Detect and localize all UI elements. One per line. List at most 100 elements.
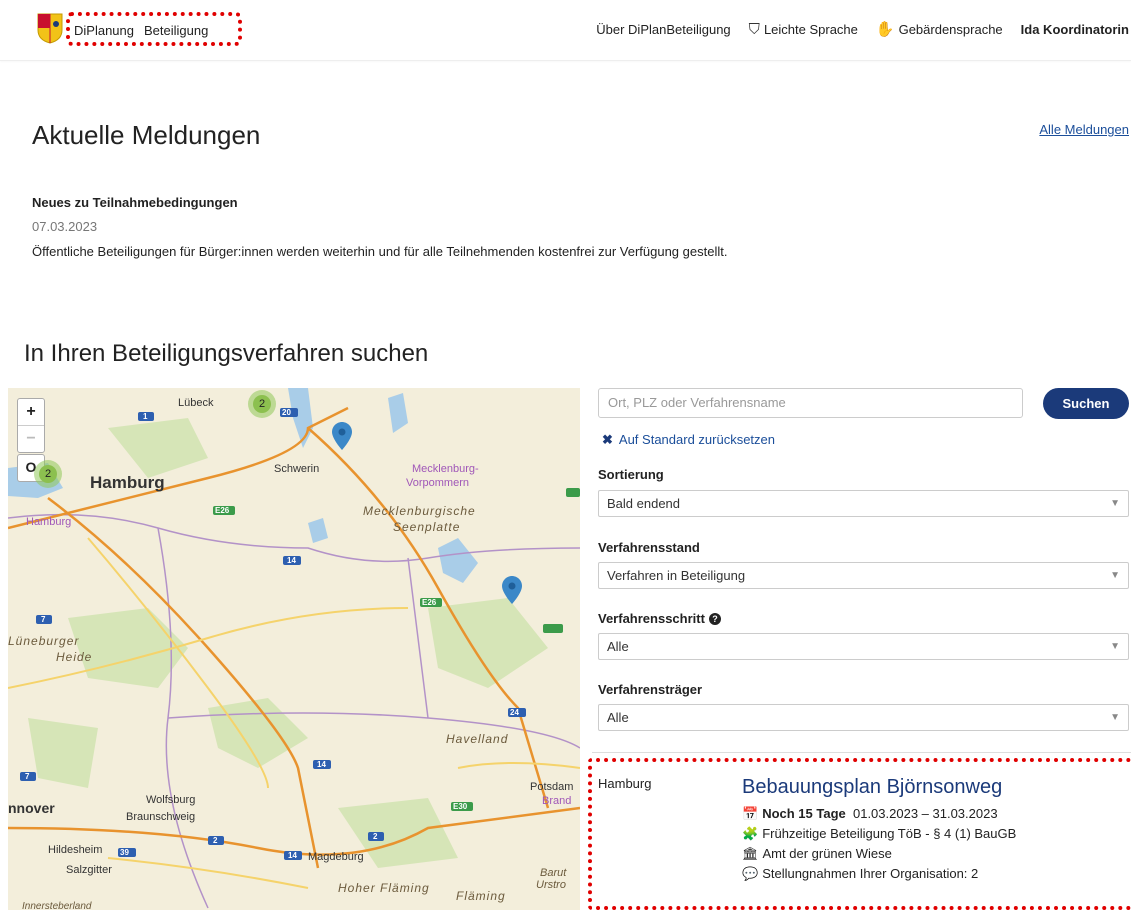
divider xyxy=(592,752,1131,753)
news-item-title: Neues zu Teilnahmebedingungen xyxy=(32,195,238,210)
filter-label-step: Verfahrensschritt? xyxy=(598,611,721,626)
chevron-down-icon: ▼ xyxy=(1110,712,1120,723)
nav-sign-language-label: Gebärdensprache xyxy=(898,22,1003,37)
sign-language-icon: ✋ xyxy=(875,21,895,38)
chevron-down-icon: ▼ xyxy=(1110,641,1120,652)
status-select[interactable]: Verfahren in Beteiligung ▼ xyxy=(598,562,1129,589)
calendar-icon: 📅 xyxy=(742,806,759,821)
map-label-wolfsburg: Wolfsburg xyxy=(146,794,195,806)
map-label-seen1: Mecklenburgische xyxy=(363,504,476,518)
svg-text:E26: E26 xyxy=(215,506,230,515)
svg-text:2: 2 xyxy=(213,836,218,845)
map-label-luebeck: Lübeck xyxy=(178,397,214,409)
all-news-link[interactable]: Alle Meldungen xyxy=(1039,122,1129,137)
search-heading: In Ihren Beteiligungsverfahren suchen xyxy=(24,340,429,367)
map-label-mv1: Mecklenburg- xyxy=(412,463,479,475)
map-label-hamburg-state: Hamburg xyxy=(26,516,71,528)
search-input[interactable]: Ort, PLZ oder Verfahrensname xyxy=(598,388,1023,418)
svg-text:7: 7 xyxy=(25,772,30,781)
map-label-braunschweig: Braunschweig xyxy=(126,811,195,823)
map-label-hildesheim: Hildesheim xyxy=(48,844,102,856)
bank-icon: 🏛 xyxy=(742,846,759,861)
result-remaining: Noch 15 Tage xyxy=(762,806,846,821)
map-label-schwerin: Schwerin xyxy=(274,463,319,475)
svg-text:2: 2 xyxy=(373,832,378,841)
zoom-out-button[interactable]: − xyxy=(18,426,44,452)
search-button[interactable]: Suchen xyxy=(1043,388,1129,419)
map-label-salzgitter: Salzgitter xyxy=(66,864,112,876)
result-step: 🧩 Frühzeitige Beteiligung TöB - § 4 (1) B… xyxy=(742,826,1016,842)
result-date-range: 01.03.2023 – 31.03.2023 xyxy=(852,806,998,821)
result-period: 📅 Noch 15 Tage 01.03.2023 – 31.03.2023 xyxy=(742,806,998,822)
chevron-down-icon: ▼ xyxy=(1110,498,1120,509)
coat-of-arms-logo[interactable] xyxy=(36,12,64,44)
result-authority: 🏛 Amt der grünen Wiese xyxy=(742,846,892,862)
map-label-flaeming2: Fläming xyxy=(456,889,506,903)
filter-label-step-text: Verfahrensschritt xyxy=(598,611,705,626)
puzzle-icon: 🧩 xyxy=(742,826,759,841)
agency-select-value: Alle xyxy=(607,710,629,725)
filter-label-agency: Verfahrensträger xyxy=(598,682,703,697)
comment-icon: 💬 xyxy=(742,866,759,881)
map-cluster-marker[interactable]: 2 xyxy=(248,390,276,418)
map-label-hannover: nnover xyxy=(8,800,55,816)
highlight-annotation-brand xyxy=(66,12,242,46)
map-pin-icon[interactable] xyxy=(332,422,352,450)
filter-label-status: Verfahrensstand xyxy=(598,540,700,555)
procedure-map[interactable]: 1 20 E26 14 7 E26 24 14 7 2 2 E30 39 14 … xyxy=(8,388,580,910)
svg-text:20: 20 xyxy=(282,408,291,417)
map-label-lue1: Lüneburger xyxy=(8,634,79,648)
map-label-havelland: Havelland xyxy=(446,732,508,746)
map-label-potsdam: Potsdam xyxy=(530,781,573,793)
news-item-date: 07.03.2023 xyxy=(32,219,98,234)
agency-select[interactable]: Alle ▼ xyxy=(598,704,1129,731)
top-header: DiPlanung Beteiligung Über DiPlanBeteilig… xyxy=(0,0,1131,61)
cluster-count: 2 xyxy=(253,395,271,413)
nav-about[interactable]: Über DiPlanBeteiligung xyxy=(596,22,730,37)
close-icon: ✖ xyxy=(602,432,613,447)
nav-sign-language[interactable]: ✋ Gebärdensprache xyxy=(876,20,1003,38)
map-pin-icon[interactable] xyxy=(502,576,522,604)
news-heading: Aktuelle Meldungen xyxy=(32,120,261,150)
map-label-barut2: Urstro xyxy=(536,879,566,891)
zoom-in-button[interactable]: + xyxy=(18,399,44,426)
status-select-value: Verfahren in Beteiligung xyxy=(607,568,746,583)
svg-text:14: 14 xyxy=(287,556,296,565)
reset-filters-link[interactable]: ✖ Auf Standard zurücksetzen xyxy=(602,432,775,448)
result-authority-text: Amt der grünen Wiese xyxy=(762,846,892,861)
step-select[interactable]: Alle ▼ xyxy=(598,633,1129,660)
map-label-magdeburg: Magdeburg xyxy=(308,851,364,863)
svg-text:39: 39 xyxy=(120,848,129,857)
help-icon[interactable]: ? xyxy=(708,613,721,625)
easy-language-icon: ⛉ xyxy=(748,20,760,38)
result-statements-text: Stellungnahmen Ihrer Organisation: 2 xyxy=(762,866,979,881)
svg-text:14: 14 xyxy=(288,851,297,860)
svg-text:1: 1 xyxy=(143,412,148,421)
chevron-down-icon: ▼ xyxy=(1110,570,1120,581)
result-statements: 💬 Stellungnahmen Ihrer Organisation: 2 xyxy=(742,866,978,882)
result-location: Hamburg xyxy=(598,776,652,791)
svg-text:7: 7 xyxy=(41,615,46,624)
filter-label-sort: Sortierung xyxy=(598,467,664,482)
nav-easy-language[interactable]: ⛉ Leichte Sprache xyxy=(749,21,858,38)
svg-text:E26: E26 xyxy=(422,598,437,607)
map-label-innerste: Innersteberland xyxy=(22,901,92,910)
user-menu[interactable]: Ida Koordinatorin xyxy=(1021,22,1129,37)
map-label-seen2: Seenplatte xyxy=(393,520,460,534)
map-label-lue2: Heide xyxy=(56,650,92,664)
news-item-text: Öffentliche Beteiligungen für Bürger:inn… xyxy=(32,244,728,259)
result-step-text: Frühzeitige Beteiligung TöB - § 4 (1) Ba… xyxy=(762,826,1017,841)
map-label-brand: Brand xyxy=(542,795,571,807)
sort-select[interactable]: Bald endend ▼ xyxy=(598,490,1129,517)
svg-text:14: 14 xyxy=(317,760,326,769)
map-label-flaeming1: Hoher Fläming xyxy=(338,881,430,895)
sort-select-value: Bald endend xyxy=(607,496,681,511)
top-navigation: Über DiPlanBeteiligung ⛉ Leichte Sprache … xyxy=(596,20,1129,39)
zoom-control: + − xyxy=(17,398,45,453)
map-canvas: 1 20 E26 14 7 E26 24 14 7 2 2 E30 39 14 … xyxy=(8,388,580,910)
svg-text:E30: E30 xyxy=(453,802,468,811)
map-cluster-marker[interactable]: 2 xyxy=(34,460,62,488)
result-title-link[interactable]: Bebauungsplan Björnsonweg xyxy=(742,776,1002,799)
map-label-mv2: Vorpommern xyxy=(406,477,469,489)
svg-text:24: 24 xyxy=(510,708,519,717)
